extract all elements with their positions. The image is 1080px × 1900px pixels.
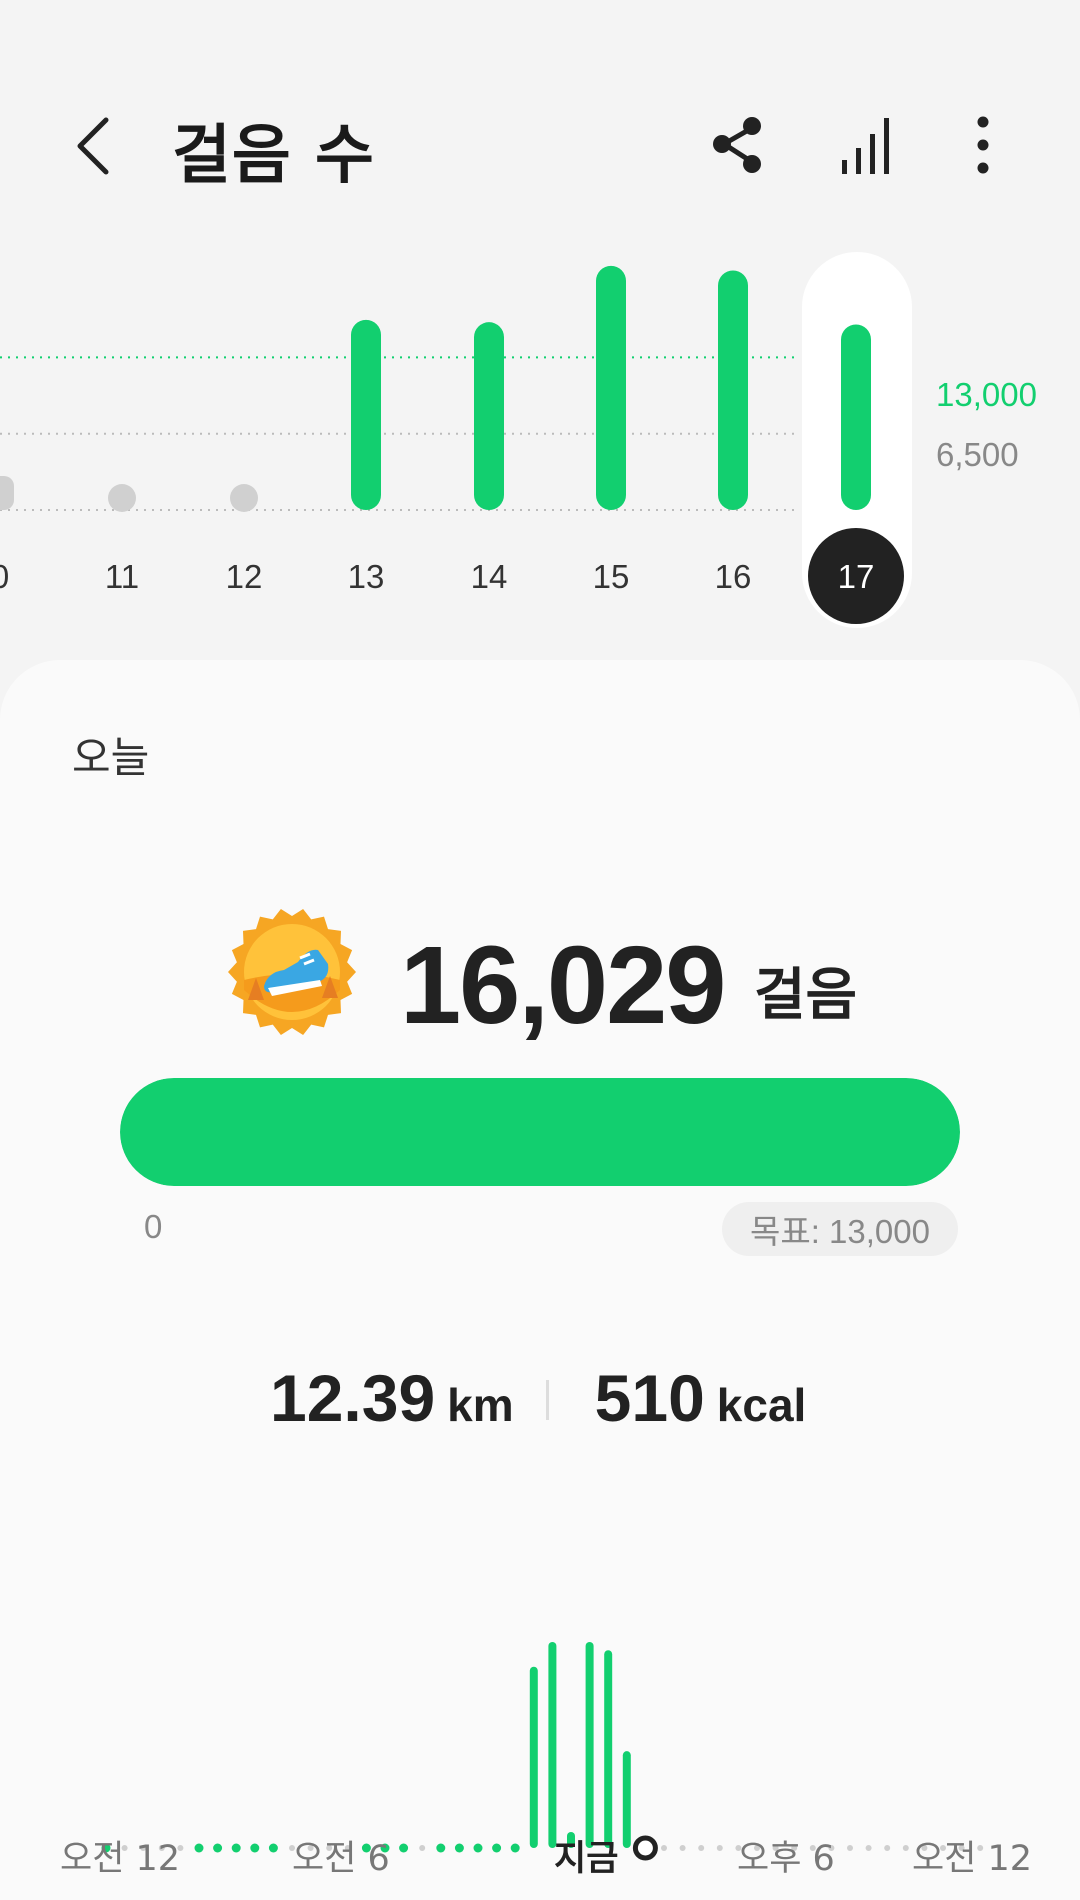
steps-progress-fill bbox=[120, 1078, 960, 1186]
empty-hour-dot bbox=[847, 1845, 853, 1851]
day-bar[interactable] bbox=[474, 322, 504, 510]
weekly-steps-chart[interactable]: 0 11 12 13 14 15 16 17 13,000 6,500 bbox=[0, 240, 1080, 640]
hour-dot bbox=[492, 1843, 502, 1853]
day-label[interactable]: 11 bbox=[105, 558, 139, 595]
day-label[interactable]: 16 bbox=[715, 558, 752, 595]
hour-bar[interactable] bbox=[585, 1642, 594, 1848]
today-label: 오늘 bbox=[72, 733, 150, 782]
progress-min-label: 0 bbox=[144, 1208, 163, 1245]
hour-dot bbox=[231, 1843, 241, 1853]
hour-dot bbox=[399, 1843, 409, 1853]
hour-dot bbox=[510, 1843, 520, 1853]
goal-label[interactable]: 목표: 13,000 bbox=[722, 1202, 958, 1256]
calories-unit: kcal bbox=[716, 1379, 807, 1431]
time-label-end: 오전 12 bbox=[912, 1839, 1033, 1879]
no-data-dot[interactable] bbox=[108, 484, 136, 512]
top-app-bar: 걸음 수 bbox=[0, 0, 1080, 250]
hour-bar[interactable] bbox=[604, 1650, 613, 1848]
running-shoe-badge-icon[interactable] bbox=[228, 908, 356, 1036]
distance-value: 12.39 bbox=[270, 1361, 436, 1435]
hour-dot bbox=[213, 1843, 223, 1853]
empty-hour-dot bbox=[661, 1845, 667, 1851]
hour-dot bbox=[194, 1843, 204, 1853]
calories-value: 510 bbox=[594, 1361, 705, 1435]
empty-hour-dot bbox=[865, 1845, 872, 1851]
bar-chart-icon[interactable] bbox=[834, 110, 900, 180]
hour-dot bbox=[454, 1843, 464, 1853]
page-title: 걸음 수 bbox=[172, 119, 375, 193]
day-bar[interactable] bbox=[596, 265, 626, 510]
steps-unit: 걸음 bbox=[754, 963, 858, 1028]
distance-calories-summary: 12.39 km 510 kcal bbox=[270, 1360, 806, 1440]
day-label[interactable]: 13 bbox=[348, 558, 385, 595]
time-label-6am: 오전 6 bbox=[292, 1839, 390, 1879]
steps-progress-bar bbox=[120, 1078, 960, 1186]
hour-dot bbox=[473, 1843, 483, 1853]
hour-bar[interactable] bbox=[529, 1666, 538, 1848]
day-label[interactable]: 17 bbox=[838, 558, 875, 595]
day-bar[interactable] bbox=[0, 476, 14, 510]
empty-hour-dot bbox=[419, 1845, 426, 1851]
day-label[interactable]: 14 bbox=[471, 558, 508, 595]
steps-count: 16,029 bbox=[400, 924, 726, 1047]
now-marker bbox=[632, 1835, 658, 1861]
hour-dot bbox=[436, 1843, 446, 1853]
empty-hour-dot bbox=[698, 1845, 705, 1851]
share-icon[interactable] bbox=[706, 110, 772, 180]
weekly-steps-chart-plot[interactable]: 0 11 12 13 14 15 16 17 bbox=[0, 240, 1080, 640]
divider bbox=[545, 1380, 549, 1420]
day-bar[interactable] bbox=[841, 324, 871, 510]
day-label[interactable]: 12 bbox=[226, 558, 263, 595]
goal-scale-label: 13,000 bbox=[936, 376, 1037, 413]
more-vertical-icon[interactable] bbox=[950, 110, 1016, 180]
hour-bar[interactable] bbox=[548, 1642, 557, 1848]
time-label-start: 오전 12 bbox=[60, 1839, 181, 1879]
distance-unit: km bbox=[447, 1379, 514, 1431]
empty-hour-dot bbox=[716, 1845, 723, 1851]
hour-dot bbox=[268, 1843, 278, 1853]
day-label[interactable]: 0 bbox=[0, 558, 9, 595]
day-bar[interactable] bbox=[351, 319, 381, 510]
back-arrow-icon[interactable] bbox=[66, 110, 126, 182]
hour-bar[interactable] bbox=[622, 1751, 631, 1848]
hour-dot bbox=[250, 1843, 260, 1853]
day-label[interactable]: 15 bbox=[593, 558, 630, 595]
no-data-dot[interactable] bbox=[230, 484, 258, 512]
day-bar[interactable] bbox=[718, 270, 748, 510]
empty-hour-dot bbox=[902, 1845, 909, 1851]
empty-hour-dot bbox=[884, 1845, 891, 1851]
today-card: 오늘 16,029 걸음 0 목표: 13,000 12.39 km 510 k… bbox=[0, 660, 1080, 1900]
time-label-now: 지금 bbox=[554, 1839, 619, 1879]
mid-scale-label: 6,500 bbox=[936, 436, 1019, 473]
empty-hour-dot bbox=[679, 1845, 686, 1851]
time-label-6pm: 오후 6 bbox=[737, 1839, 835, 1879]
